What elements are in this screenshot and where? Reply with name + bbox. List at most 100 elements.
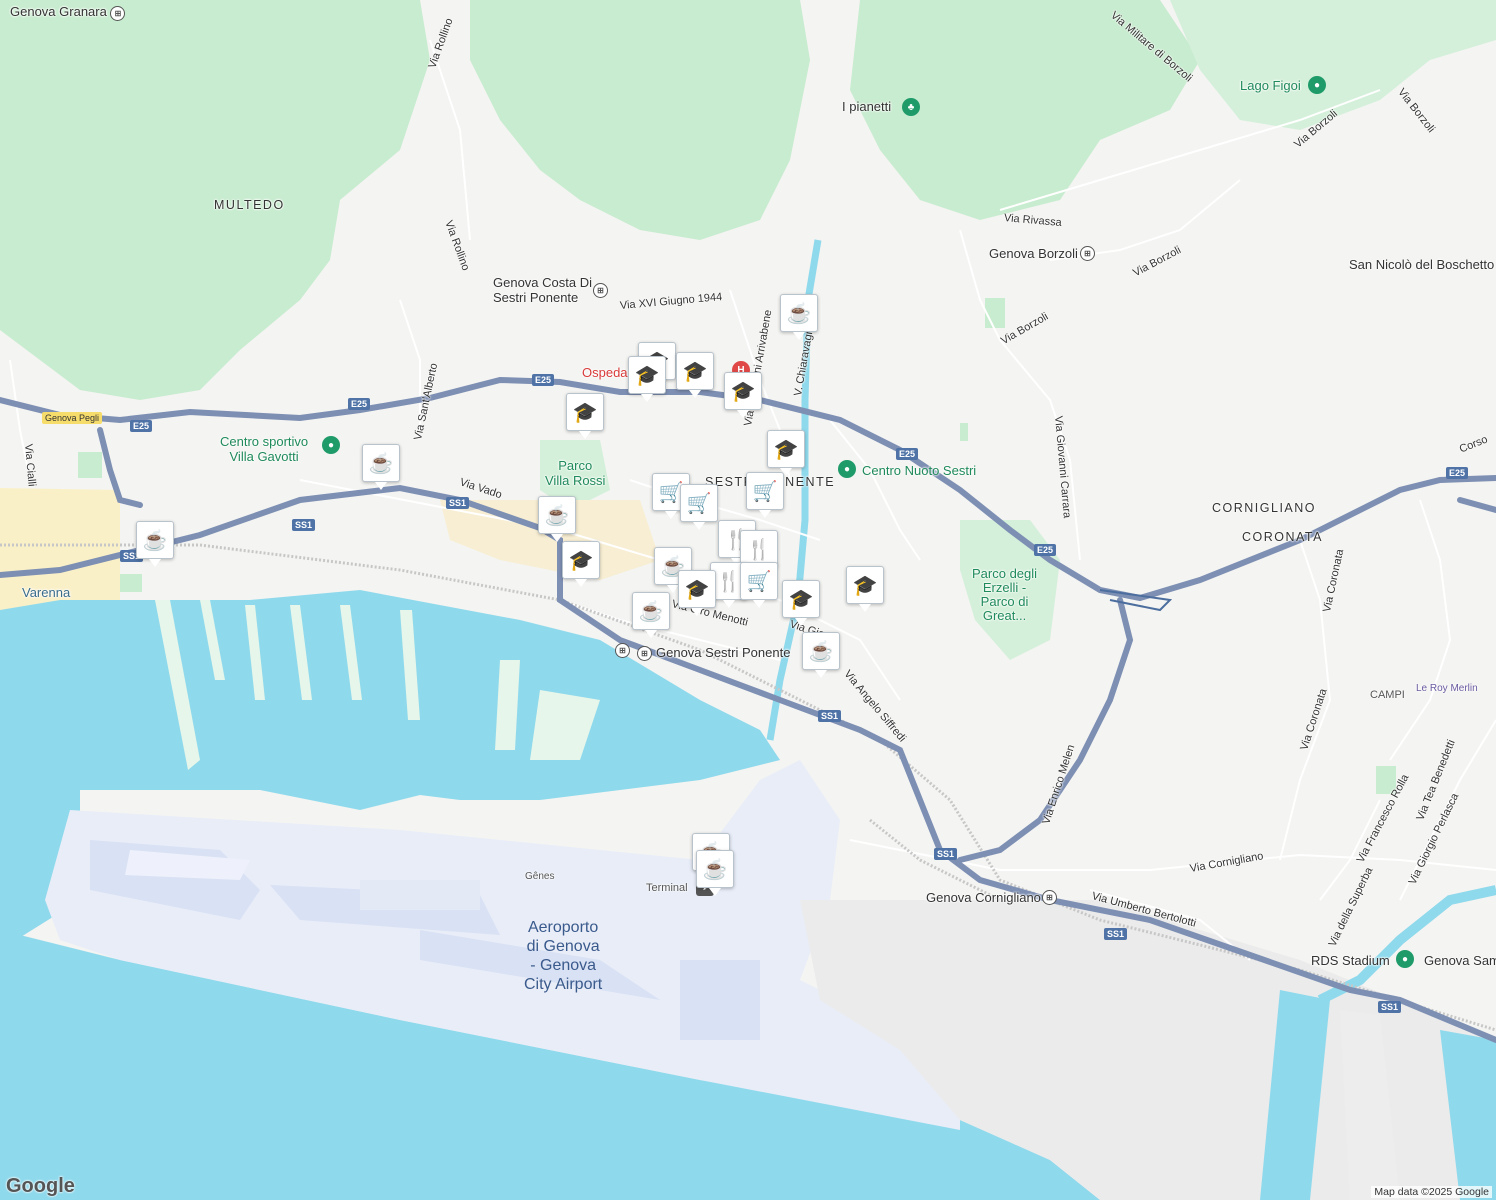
metro-icon: ⊞ (615, 643, 630, 658)
school-icon: 🎓 (730, 380, 756, 403)
shopping-marker[interactable]: 🛒 (680, 484, 718, 530)
place-name-line1: Centro sportivo (220, 434, 309, 449)
shopping-marker[interactable]: 🛒 (740, 562, 778, 608)
school-icon: 🎓 (568, 549, 594, 572)
place-name: Lago Figoi (1240, 78, 1301, 93)
cafe-icon: ☕ (702, 858, 728, 881)
place-name-line2: Sestri Ponente (493, 290, 579, 305)
cafe-icon: ☕ (368, 452, 394, 475)
place-name-line3: Parco di (980, 594, 1029, 609)
place-name-line4: Great... (982, 608, 1027, 623)
train-station-icon: ⊞ (593, 283, 608, 298)
school-icon: 🎓 (634, 364, 660, 387)
cafe-marker[interactable]: ☕ (780, 294, 818, 340)
place-name-line1: Parco (558, 458, 593, 473)
school-icon: 🎓 (852, 574, 878, 597)
route-shield-e25: E25 (532, 374, 555, 386)
place-genova-costa[interactable]: Genova Costa Di Sestri Ponente (493, 275, 592, 305)
place-name-line1: Parco degli (972, 566, 1038, 581)
restaurant-icon: 🍴 (716, 570, 742, 593)
school-marker[interactable]: 🎓 (566, 393, 604, 439)
place-centro-sportivo[interactable]: Centro sportivo Villa Gavotti (220, 434, 308, 464)
tree-icon: ♣ (902, 98, 920, 116)
cafe-marker[interactable]: ☕ (136, 521, 174, 567)
shopping-icon: 🛒 (746, 570, 772, 593)
area-label-multedo: MULTEDO (214, 198, 285, 212)
route-shield-ss1: SS1 (292, 519, 316, 531)
lake-icon: ● (1308, 76, 1326, 94)
place-name-line2: Villa Gavotti (229, 449, 299, 464)
school-marker[interactable]: 🎓 (676, 352, 714, 398)
school-icon: 🎓 (788, 588, 814, 611)
place-san-nicolo[interactable]: San Nicolò del Boschetto (1349, 257, 1494, 272)
place-name-line2: di Genova (526, 938, 600, 955)
place-parco-erzelli[interactable]: Parco degli Erzelli - Parco di Great... (972, 567, 1037, 623)
cafe-marker[interactable]: ☕ (696, 850, 734, 896)
route-shield-e25: E25 (130, 420, 153, 432)
train-station-icon: ⊞ (637, 646, 652, 661)
exit-label: Genova Pegli (42, 412, 103, 424)
restaurant-icon: 🍴 (746, 538, 772, 561)
stadium-icon: ● (1396, 950, 1414, 968)
cafe-icon: ☕ (544, 504, 570, 527)
area-label-cornigliano: CORNIGLIANO (1212, 501, 1317, 515)
cafe-icon: ☕ (142, 529, 168, 552)
train-station-icon: ⊞ (1042, 890, 1057, 905)
place-name-line4: City Airport (524, 976, 603, 993)
place-le-roy-merlin[interactable]: Le Roy Merlin (1416, 683, 1478, 694)
cafe-icon: ☕ (638, 600, 664, 623)
cafe-icon: ☕ (786, 302, 812, 325)
school-marker[interactable]: 🎓 (767, 430, 805, 476)
school-icon: 🎓 (684, 578, 710, 601)
school-marker[interactable]: 🎓 (562, 541, 600, 587)
train-station-icon: ⊞ (1080, 246, 1095, 261)
place-terminal[interactable]: Terminal (646, 882, 688, 894)
area-label-campi: CAMPI (1370, 689, 1405, 701)
place-airport[interactable]: Aeroporto di Genova - Genova City Airport (524, 918, 602, 994)
school-icon: 🎓 (682, 360, 708, 383)
route-shield-ss1: SS1 (446, 497, 470, 509)
cafe-marker[interactable]: ☕ (538, 496, 576, 542)
sports-icon: ● (322, 436, 340, 454)
place-genova-granara[interactable]: Genova Granara ⊞ (10, 4, 126, 21)
school-marker[interactable]: 🎓 (782, 580, 820, 626)
route-shield-e25: E25 (1034, 544, 1057, 556)
train-station-icon: ⊞ (110, 6, 126, 21)
place-name: Genova Granara (10, 4, 107, 19)
place-genova-borzoli[interactable]: Genova Borzoli (989, 246, 1078, 261)
shopping-marker[interactable]: 🛒 (746, 472, 784, 518)
school-marker[interactable]: 🎓 (678, 570, 716, 616)
place-name-line1: Aeroporto (527, 919, 599, 936)
map-view[interactable]: MULTEDO SESTRI PONENTE CORNIGLIANO CORON… (0, 0, 1496, 1200)
place-genes: Gênes (525, 871, 555, 882)
cafe-marker[interactable]: ☕ (362, 444, 400, 490)
place-i-pianetti[interactable]: I pianetti (842, 99, 891, 114)
area-label-varenna: Varenna (22, 585, 71, 600)
route-shield-e25: E25 (1446, 467, 1469, 479)
shopping-icon: 🛒 (686, 492, 712, 515)
cafe-marker[interactable]: ☕ (632, 592, 670, 638)
map-base-layer (0, 0, 1496, 1200)
cafe-icon: ☕ (808, 640, 834, 663)
area-label-coronata: CORONATA (1242, 530, 1323, 544)
route-shield-ss1: SS1 (1104, 928, 1128, 940)
place-centro-nuoto[interactable]: Centro Nuoto Sestri (862, 463, 976, 478)
place-rds-stadium[interactable]: RDS Stadium (1311, 953, 1390, 968)
shopping-icon: 🛒 (752, 480, 778, 503)
cafe-marker[interactable]: ☕ (802, 632, 840, 678)
google-logo: Google (6, 1175, 75, 1197)
place-lago-figoi[interactable]: Lago Figoi (1240, 78, 1301, 93)
place-genova-cornigliano[interactable]: Genova Cornigliano (926, 890, 1041, 905)
swimming-icon: ● (838, 460, 856, 478)
school-marker[interactable]: 🎓 (628, 356, 666, 402)
place-parco-villa-rossi[interactable]: Parco Villa Rossi (545, 458, 605, 488)
school-marker[interactable]: 🎓 (724, 372, 762, 418)
place-name-line2: Erzelli - (982, 580, 1027, 595)
school-marker[interactable]: 🎓 (846, 566, 884, 612)
school-icon: 🎓 (773, 438, 799, 461)
map-attribution[interactable]: Map data ©2025 Google (1371, 1186, 1492, 1198)
school-icon: 🎓 (572, 401, 598, 424)
place-genova-sestri-ponente[interactable]: Genova Sestri Ponente (656, 645, 790, 660)
route-shield-e25: E25 (348, 398, 371, 410)
place-genova-sam[interactable]: Genova Sam (1424, 953, 1496, 968)
